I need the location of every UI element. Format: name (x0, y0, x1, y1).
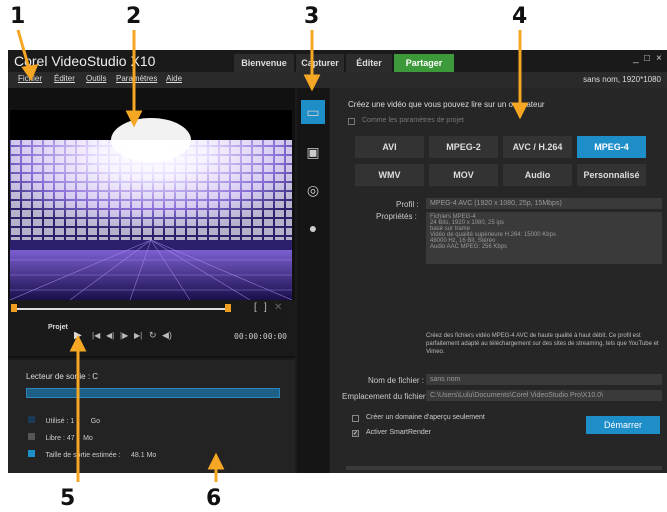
player-panel: [ ] ✕ Projet ▶ |◀ ◀| |▶ ▶| ↻ ◀) 00:00:00… (8, 300, 295, 356)
play-icon[interactable]: ▶ (74, 330, 82, 341)
output-category-bar: ▭ ▣ ◎ ● (297, 88, 329, 473)
drive-label: Lecteur de sortie : C (26, 372, 99, 381)
callout-4: 4 (512, 4, 528, 29)
start-button[interactable]: Démarrer (586, 416, 660, 434)
preview-range-checkbox[interactable] (352, 415, 359, 422)
menu-bar: Fichier Éditer Outils Paramètres Aide sa… (8, 72, 667, 88)
menu-outils[interactable]: Outils (86, 74, 106, 83)
scrub-bar[interactable] (14, 308, 228, 310)
legend-used: Utilisé : 1 Go (28, 410, 100, 428)
profile-select[interactable]: MPEG-4 AVC (1920 x 1080, 25p, 15Mbps) (426, 198, 662, 209)
format-wmv[interactable]: WMV (355, 164, 424, 186)
legend-free-label: Libre : 47 (45, 435, 75, 442)
format-mov[interactable]: MOV (429, 164, 498, 186)
end-icon[interactable]: ▶| (134, 331, 142, 340)
mark-out-icon[interactable]: ] (264, 302, 267, 313)
filename-input[interactable]: sans nom (426, 374, 662, 385)
title-bar: Corel VideoStudio X10 Bienvenue Capturer… (8, 50, 667, 72)
cut-icon[interactable]: ✕ (274, 302, 282, 313)
repeat-icon[interactable]: ↻ (149, 330, 157, 341)
project-label: Projet (48, 324, 68, 331)
legend-free-swatch (28, 433, 35, 440)
menu-aide[interactable]: Aide (166, 74, 182, 83)
disk-usage-bar (26, 388, 280, 398)
tab-capturer[interactable]: Capturer (296, 54, 344, 72)
next-frame-icon[interactable]: |▶ (120, 331, 128, 340)
legend-free-value: Mo (83, 435, 93, 442)
callout-2: 2 (126, 4, 142, 29)
property-line: Audio AAC MPEG: 256 Kbps (430, 244, 508, 250)
same-as-project-checkbox[interactable] (348, 118, 355, 125)
computer-icon[interactable]: ▭ (301, 100, 325, 124)
properties-label: Propriétés : (376, 212, 417, 221)
app-logo: Corel VideoStudio X10 (14, 53, 156, 69)
output-info-panel: Lecteur de sortie : C Utilisé : 1 Go Lib… (8, 360, 295, 473)
callout-3: 3 (304, 4, 320, 29)
format-avc[interactable]: AVC / H.264 (503, 136, 572, 158)
device-icon[interactable]: ▣ (301, 140, 325, 164)
profile-description: Créez des fichiers vidéo MPEG-4 AVC de h… (426, 333, 659, 355)
filename-label: Nom de fichier : (368, 376, 425, 385)
location-input[interactable]: C:\Users\Lulu\Documents\Corel VideoStudi… (426, 390, 662, 401)
profile-value: MPEG-4 AVC (1920 x 1080, 25p, 15Mbps) (430, 200, 562, 207)
preview-range-label[interactable]: Créer un domaine d'aperçu seulement (366, 414, 485, 421)
share-settings-panel: Créez une vidéo que vous pouvez lire sur… (330, 88, 667, 473)
callout-1: 1 (10, 4, 26, 29)
legend-output-label: Taille de sortie estimée : (45, 452, 121, 459)
minimize-button[interactable]: _ (633, 53, 639, 64)
format-mpeg4[interactable]: MPEG-4 (577, 136, 646, 158)
legend-output-swatch (28, 450, 35, 457)
smartrender-label[interactable]: Activer SmartRender (366, 429, 431, 436)
smartrender-checkbox[interactable]: ✓ (352, 430, 359, 437)
format-avi[interactable]: AVI (355, 136, 424, 158)
maximize-button[interactable]: □ (644, 53, 650, 64)
legend-free: Libre : 47 Mo (28, 427, 93, 445)
menu-fichier[interactable]: Fichier (18, 74, 42, 83)
legend-output: Taille de sortie estimée : 48.1 Mo (28, 444, 156, 462)
share-heading: Créez une vidéo que vous pouvez lire sur… (348, 100, 545, 109)
location-value: C:\Users\Lulu\Documents\Corel VideoStudi… (430, 392, 604, 399)
profile-label: Profil : (396, 200, 419, 209)
previous-frame-icon[interactable]: ◀| (106, 331, 114, 340)
video-preview (10, 110, 292, 300)
start-button-label: Démarrer (603, 420, 642, 430)
tab-bienvenue[interactable]: Bienvenue (234, 54, 294, 72)
trim-start-marker[interactable] (11, 304, 17, 312)
preview-image (10, 110, 292, 300)
legend-output-value: 48.1 Mo (131, 452, 157, 459)
properties-box: Fichiers MPEG-4 24 Bits, 1920 x 1080, 25… (426, 212, 662, 264)
tab-partager[interactable]: Partager (394, 54, 454, 72)
volume-icon[interactable]: ◀) (162, 330, 172, 341)
filename-value: sans nom (430, 376, 461, 383)
format-audio[interactable]: Audio (503, 164, 572, 186)
same-as-project-label[interactable]: Comme les paramètres de projet (362, 117, 464, 124)
format-mpeg2[interactable]: MPEG-2 (429, 136, 498, 158)
trim-end-marker[interactable] (225, 304, 231, 312)
menu-editer[interactable]: Éditer (54, 74, 75, 83)
legend-used-label: Utilisé : 1 (45, 418, 75, 425)
horizontal-scrollbar[interactable] (346, 466, 662, 470)
legend-used-value: Go (90, 418, 101, 425)
callout-6: 6 (206, 486, 222, 511)
disc-icon[interactable]: ● (301, 216, 325, 240)
tab-editer[interactable]: Éditer (346, 54, 392, 72)
mark-in-icon[interactable]: [ (254, 302, 257, 313)
menu-parametres[interactable]: Paramètres (116, 74, 157, 83)
web-icon[interactable]: ◎ (301, 178, 325, 202)
legend-used-swatch (28, 416, 35, 423)
format-custom[interactable]: Personnalisé (577, 164, 646, 186)
close-button[interactable]: × (656, 53, 662, 64)
callout-5: 5 (60, 486, 76, 511)
timecode[interactable]: 00:00:00:00 (234, 332, 287, 341)
project-info: sans nom, 1920*1080 (583, 75, 661, 84)
videostudio-window: Corel VideoStudio X10 Bienvenue Capturer… (8, 50, 667, 473)
home-icon[interactable]: |◀ (92, 331, 100, 340)
location-label: Emplacement du fichier : (342, 392, 431, 401)
